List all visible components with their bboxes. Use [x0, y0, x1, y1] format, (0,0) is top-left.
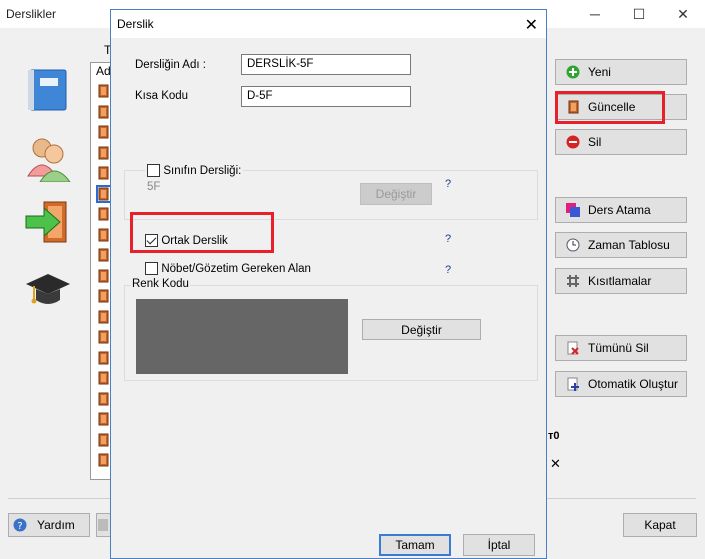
duty-area-help[interactable]: ? — [445, 264, 451, 276]
color-code-label: Renk Kodu — [131, 278, 190, 290]
close-button[interactable]: Kapat — [623, 513, 697, 537]
close-button-label: Kapat — [644, 518, 676, 532]
update-highlight — [555, 91, 665, 124]
list-row-door-icon[interactable] — [98, 289, 110, 303]
lesson-assign-button[interactable]: Ders Atama — [555, 197, 687, 223]
auto-create-icon — [566, 377, 580, 391]
add-icon — [566, 65, 580, 79]
dialog-titlebar: Derslik ✕ — [111, 10, 546, 38]
list-row-door-icon[interactable] — [98, 84, 110, 98]
list-row-door-icon[interactable] — [98, 228, 110, 242]
class-room-label: Sınıfın Dersliği: — [163, 165, 242, 177]
list-row-door-icon[interactable] — [98, 269, 110, 283]
svg-text:?: ? — [17, 521, 22, 532]
shared-classroom-help[interactable]: ? — [445, 233, 451, 245]
graduation-cap-icon[interactable] — [24, 266, 72, 314]
x-fragment: ✕ — [550, 456, 561, 471]
short-code-label: Kısa Kodu — [135, 90, 189, 102]
change-color-label: Değiştir — [401, 322, 442, 337]
auto-create-label: Otomatik Oluştur — [588, 377, 679, 391]
delete-button[interactable]: Sil — [555, 129, 687, 155]
list-row-door-icon[interactable] — [98, 146, 110, 160]
help-button-label: Yardım — [37, 518, 75, 532]
class-room-help[interactable]: ? — [445, 178, 451, 190]
list-row-door-icon[interactable] — [98, 125, 110, 139]
restrictions-button[interactable]: Kısıtlamalar — [555, 268, 687, 294]
lesson-assign-label: Ders Atama — [588, 203, 651, 217]
duty-area-row[interactable]: Nöbet/Gözetim Gereken Alan — [145, 261, 311, 276]
users-icon[interactable] — [24, 132, 72, 183]
delete-icon — [566, 135, 580, 149]
timetable-button[interactable]: Zaman Tablosu — [555, 232, 687, 258]
dialog-close-icon[interactable]: ✕ — [525, 15, 538, 35]
door-arrow-icon[interactable] — [24, 198, 72, 246]
main-close-icon[interactable]: ✕ — [668, 4, 698, 24]
save-icon — [97, 518, 111, 532]
list-row-door-icon[interactable] — [98, 248, 110, 262]
delete-all-icon — [566, 341, 580, 355]
ok-button-label: Tamam — [395, 538, 435, 552]
class-room-checkbox-row[interactable]: Sınıfın Dersliği: — [145, 163, 244, 178]
class-room-value: 5F — [147, 181, 161, 193]
clock-icon — [566, 238, 580, 252]
name-label: Dersliğin Adı : — [135, 59, 206, 71]
help-button[interactable]: ? Yardım — [8, 513, 90, 537]
ok-button[interactable]: Tamam — [379, 534, 451, 556]
book-icon[interactable] — [24, 66, 72, 114]
classroom-dialog: Derslik ✕ Dersliğin Adı : DERSLİK-5F Kıs… — [110, 9, 547, 559]
list-row-door-icon[interactable] — [96, 184, 112, 203]
short-code-field[interactable]: D-5F — [241, 86, 411, 107]
key-fragment: т0 — [548, 430, 560, 442]
auto-create-button[interactable]: Otomatik Oluştur — [555, 371, 687, 397]
list-row-door-icon[interactable] — [98, 392, 110, 406]
shared-classroom-highlight — [130, 212, 274, 253]
new-button[interactable]: Yeni — [555, 59, 687, 85]
change-class-room-button[interactable]: Değiştir — [360, 183, 432, 205]
duty-area-checkbox[interactable] — [145, 262, 158, 276]
delete-button-label: Sil — [588, 135, 602, 149]
name-field[interactable]: DERSLİK-5F — [241, 54, 411, 75]
duty-area-label: Nöbet/Gözetim Gereken Alan — [161, 263, 311, 275]
restrictions-label: Kısıtlamalar — [588, 274, 652, 288]
timetable-label: Zaman Tablosu — [588, 238, 670, 252]
change-class-room-label: Değiştir — [375, 187, 417, 201]
list-row-door-icon[interactable] — [98, 433, 110, 447]
new-button-label: Yeni — [588, 65, 611, 79]
list-row-door-icon[interactable] — [98, 330, 110, 344]
lesson-assign-icon — [566, 203, 580, 217]
list-column-header: Ad — [96, 64, 111, 78]
minimize-icon[interactable]: ─ — [580, 4, 610, 24]
list-row-door-icon[interactable] — [98, 310, 110, 324]
delete-all-label: Tümünü Sil — [588, 341, 649, 355]
class-room-checkbox[interactable] — [147, 164, 160, 178]
cancel-button-label: İptal — [487, 538, 511, 552]
change-color-button[interactable]: Değiştir — [362, 319, 481, 340]
list-row-door-icon[interactable] — [98, 412, 110, 426]
list-row-door-icon[interactable] — [98, 105, 110, 119]
maximize-icon[interactable]: ☐ — [624, 4, 654, 24]
dialog-title: Derslik — [117, 17, 154, 31]
list-row-door-icon[interactable] — [98, 166, 110, 180]
help-icon: ? — [13, 518, 27, 532]
list-row-door-icon[interactable] — [98, 453, 110, 467]
list-row-door-icon[interactable] — [98, 351, 110, 365]
color-swatch — [136, 299, 348, 374]
list-row-door-icon[interactable] — [98, 207, 110, 221]
main-window-title: Derslikler — [6, 7, 57, 21]
cancel-button[interactable]: İptal — [463, 534, 535, 556]
list-row-door-icon[interactable] — [98, 371, 110, 385]
hash-icon — [566, 274, 580, 288]
delete-all-button[interactable]: Tümünü Sil — [555, 335, 687, 361]
